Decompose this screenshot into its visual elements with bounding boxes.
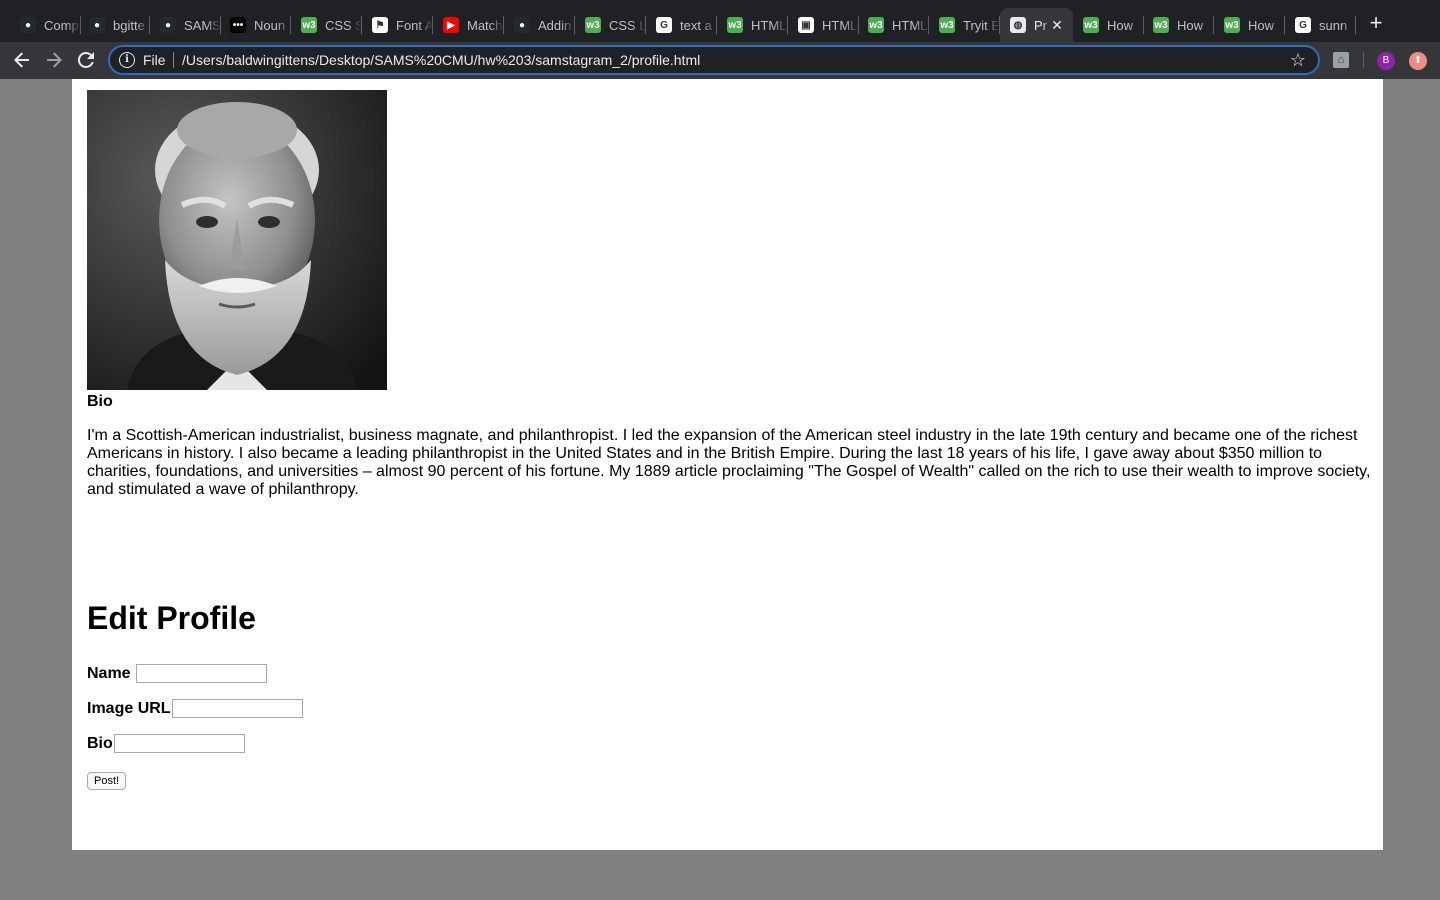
back-button[interactable] [10,48,34,72]
tab-title: Pr [1034,17,1047,33]
url-separator [173,52,174,68]
browser-tab[interactable]: ● SAMS [150,8,221,42]
forward-arrow-icon [47,52,62,68]
profile-photo [87,90,387,390]
tab-title: Font A [396,17,433,33]
youtube-icon: ▶ [443,17,459,33]
font-awesome-icon: ⚑ [372,17,388,33]
tab-strip: + ● Comp ● bgitte ● SAMS ••• Noun w3 CSS S ⚑ Font A… [0,0,1440,42]
browser-tab[interactable]: ••• Noun [220,8,291,42]
name-input[interactable] [135,664,267,683]
browser-tab[interactable]: ⚑ Font A [362,8,433,42]
browser-tab[interactable]: w3 CSS S [291,8,362,42]
update-icon[interactable]: ⬆ [1409,52,1427,70]
globe-icon: ◍ [1010,17,1026,33]
tab-title: How [1248,17,1275,33]
tab-title: Tryit E [963,17,1000,33]
tab-title: sunn [1319,17,1348,33]
w3schools-icon: w3 [1224,17,1240,33]
tab-title: Match [467,17,503,33]
browser-tab[interactable]: ● Comp [10,8,81,42]
browser-tab[interactable]: w3 HTML [717,8,788,42]
tab-title: SAMS [184,17,221,33]
tab-title: bgitte [113,17,145,33]
image-url-row: Image URL [87,699,303,718]
image-url-label: Image URL [87,699,171,717]
browser-tab[interactable]: w3 How [1073,8,1144,42]
browser-tab[interactable]: ● bgitte [79,8,150,42]
tab-title: CSS S [325,17,362,33]
w3schools-icon: w3 [939,17,955,33]
reload-button[interactable] [74,48,98,72]
browser-tab[interactable]: Gsunn [1285,8,1356,42]
edit-profile-title: Edit Profile [87,600,256,636]
bio-label: Bio [87,734,113,752]
tab-divider [1355,16,1356,34]
w3schools-icon: w3 [301,17,317,33]
browser-tab[interactable]: ▶ Match [433,8,504,42]
w3schools-icon: w3 [585,17,601,33]
toolbar-divider [1363,52,1364,68]
bio-input[interactable] [113,734,245,753]
github-icon: ● [89,17,105,33]
github-icon: ● [514,17,530,33]
file-icon: ▣ [798,17,814,33]
new-tab-button[interactable]: + [1364,11,1388,35]
browser-tab[interactable]: w3 How [1214,8,1285,42]
browser-tab[interactable]: w3 Tryit E [929,8,1000,42]
close-tab-icon[interactable]: ✕ [1049,17,1065,34]
tab-title: HTML [892,17,928,33]
name-row: Name [87,664,267,683]
w3schools-icon: w3 [1153,17,1169,33]
back-arrow-icon [14,52,29,68]
bio-row: Bio [87,734,245,753]
extension-icon[interactable]: ⌂ [1333,52,1349,68]
url-scheme: File [143,52,166,68]
profile-avatar[interactable]: B [1377,52,1395,70]
portrait-image [87,90,387,390]
browser-tab[interactable]: w3 How [1143,8,1214,42]
w3schools-icon: w3 [727,17,743,33]
site-info-icon[interactable]: i [119,52,135,68]
tab-title: HTML [751,17,787,33]
browser-tab[interactable]: ◍ Pr ✕ [1000,8,1073,42]
browser-tab[interactable]: ▣ HTML [788,8,859,42]
tab-title: HTML [822,17,858,33]
tab-title: Noun [254,17,286,33]
post-button[interactable]: Post! [87,772,127,790]
google-icon: G [656,17,672,33]
github-icon: ● [20,17,36,33]
browser-tab[interactable]: Gtext a [646,8,717,42]
tab-title: How [1107,17,1134,33]
browser-tab[interactable]: w3 HTML [858,8,929,42]
tab-title: CSS L [609,17,646,33]
browser-tab[interactable]: w3 CSS L [575,8,646,42]
browser-tab[interactable]: ● Addin [504,8,575,42]
tab-title: Addin [538,17,572,33]
browser-toolbar: i File /Users/baldwingittens/Desktop/SAM… [0,42,1440,79]
noun-project-icon: ••• [230,17,246,33]
bookmark-star-icon[interactable]: ☆ [1288,50,1308,70]
github-icon: ● [160,17,176,33]
tab-title: text a [680,17,712,33]
name-label: Name [87,664,131,682]
w3schools-icon: w3 [1083,17,1099,33]
bio-paragraph: I'm a Scottish-American industrialist, b… [87,427,1371,498]
url-text[interactable]: /Users/baldwingittens/Desktop/SAMS%20CMU… [182,52,700,68]
bio-heading: Bio [87,393,113,410]
forward-button[interactable] [42,48,66,72]
reload-icon [78,52,94,68]
w3schools-icon: w3 [868,17,884,33]
page-content: Bio I'm a Scottish-American industrialis… [72,79,1383,850]
image-url-input[interactable] [171,699,303,718]
tab-title: Comp [44,17,79,33]
address-bar[interactable]: i File /Users/baldwingittens/Desktop/SAM… [108,45,1320,75]
tab-title: How [1177,17,1204,33]
google-icon: G [1295,17,1311,33]
